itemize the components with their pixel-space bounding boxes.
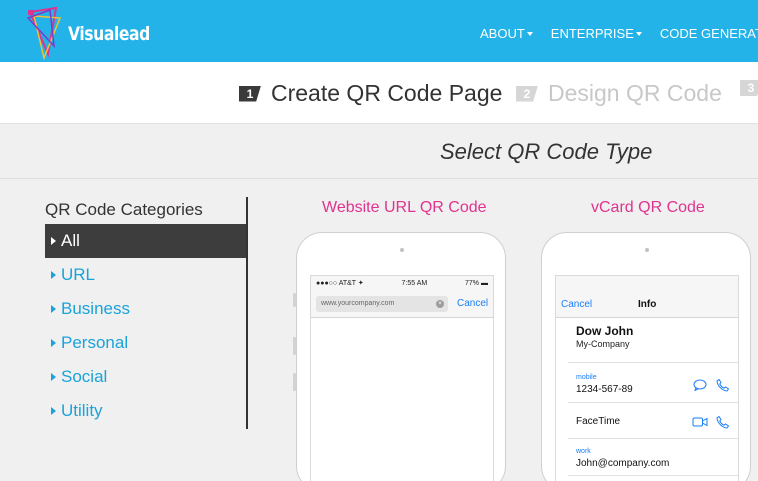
category-label: Personal <box>61 333 129 352</box>
chevron-right-icon <box>51 305 56 313</box>
category-utility[interactable]: Utility <box>45 394 246 428</box>
visualead-logo[interactable]: Visualead <box>26 6 156 60</box>
main-nav: ABOUT ENTERPRISE CODE GENERATOR <box>480 25 758 41</box>
row-divider <box>568 438 738 439</box>
contact-nav-bar: Cancel Info <box>556 290 738 318</box>
mobile-number: 1234-567-89 <box>576 384 633 395</box>
step-create-qr-page[interactable]: 1 Create QR Code Page <box>239 80 502 107</box>
step-label: Design QR Code <box>548 80 722 106</box>
cancel-link: Cancel <box>561 299 593 310</box>
logo-mark-icon <box>26 6 62 60</box>
categories-list: All URL Business Personal Social Utility <box>45 224 246 428</box>
nav-about-label: ABOUT <box>480 25 525 41</box>
wizard-steps: 1 Create QR Code Page 2 Design QR Code 3 <box>0 62 758 124</box>
category-all[interactable]: All <box>45 224 246 258</box>
nav-code-generator-label: CODE GENERATOR <box>659 25 758 41</box>
phone-icon <box>716 378 730 392</box>
chevron-right-icon <box>51 407 56 415</box>
info-title: Info <box>638 299 657 310</box>
step-three[interactable]: 3 <box>740 80 758 96</box>
website-url-card-title[interactable]: Website URL QR Code <box>322 199 487 217</box>
phone-screen: ●●●○○ AT&T ✦ 7:55 AM 77% ▬ www.yourcompa… <box>310 275 494 481</box>
url-text: www.yourcompany.com <box>321 300 395 307</box>
category-label: Social <box>61 367 108 386</box>
step-number: 2 <box>516 85 538 102</box>
work-label: work <box>576 448 591 455</box>
work-email: John@company.com <box>576 458 670 469</box>
url-field: www.yourcompany.com × <box>316 295 448 312</box>
nav-about[interactable]: ABOUT <box>480 25 533 41</box>
chevron-right-icon <box>51 373 56 381</box>
category-label: Business <box>61 299 130 318</box>
category-label: URL <box>61 265 96 284</box>
category-social[interactable]: Social <box>45 360 246 394</box>
categories-title: QR Code Categories <box>45 200 203 219</box>
phone-side-button <box>293 373 296 391</box>
facetime-label: FaceTime <box>576 416 621 427</box>
step-number: 1 <box>239 85 261 102</box>
phone-icon <box>716 415 730 429</box>
category-label: Utility <box>61 401 103 420</box>
status-carrier: ●●●○○ AT&T ✦ <box>316 280 364 287</box>
category-label: All <box>61 231 80 250</box>
step-label: Create QR Code Page <box>271 80 503 106</box>
status-bar <box>556 276 738 290</box>
status-time: 7:55 AM <box>401 279 428 287</box>
section-divider <box>0 178 758 179</box>
row-divider <box>568 475 738 476</box>
chevron-right-icon <box>51 237 56 245</box>
step-design-qr-code[interactable]: 2 Design QR Code <box>516 80 722 107</box>
category-personal[interactable]: Personal <box>45 326 246 360</box>
mobile-label: mobile <box>576 374 597 381</box>
step-number: 3 <box>740 80 758 96</box>
nav-enterprise[interactable]: ENTERPRISE <box>551 25 642 41</box>
row-divider <box>568 402 738 403</box>
contact-company: My-Company <box>576 339 630 349</box>
video-icon <box>692 417 708 427</box>
phone-side-button <box>293 293 296 307</box>
category-business[interactable]: Business <box>45 292 246 326</box>
nav-code-generator[interactable]: CODE GENERATOR <box>660 25 758 41</box>
contact-name: Dow John <box>576 324 634 338</box>
row-divider <box>568 362 738 363</box>
chevron-right-icon <box>51 271 56 279</box>
caret-down-icon <box>635 31 642 36</box>
categories-divider <box>246 197 248 429</box>
phone-camera <box>645 248 649 252</box>
logo-text: Visualead <box>68 23 150 45</box>
vcard-card[interactable]: Cancel Info Dow John My-Company mobile 1… <box>541 232 751 481</box>
status-battery: 77% ▬ <box>465 279 488 287</box>
vcard-card-title[interactable]: vCard QR Code <box>591 199 705 217</box>
category-url[interactable]: URL <box>45 258 246 292</box>
status-bar: ●●●○○ AT&T ✦ 7:55 AM 77% ▬ <box>311 276 493 290</box>
cancel-link: Cancel <box>457 298 489 309</box>
message-icon <box>693 379 707 391</box>
nav-enterprise-label: ENTERPRISE <box>550 25 634 41</box>
website-url-card[interactable]: ●●●○○ AT&T ✦ 7:55 AM 77% ▬ www.yourcompa… <box>293 232 506 481</box>
page-title: Select QR Code Type <box>440 139 653 164</box>
phone-screen: Cancel Info Dow John My-Company mobile 1… <box>555 275 739 481</box>
chevron-right-icon <box>51 339 56 347</box>
clear-icon: × <box>436 299 444 308</box>
phone-camera <box>400 248 404 252</box>
phone-side-button <box>293 337 296 355</box>
browser-url-row: www.yourcompany.com × Cancel <box>311 290 493 318</box>
caret-down-icon <box>526 31 533 36</box>
top-navigation-bar: Visualead ABOUT ENTERPRISE CODE GENERATO… <box>0 0 758 62</box>
